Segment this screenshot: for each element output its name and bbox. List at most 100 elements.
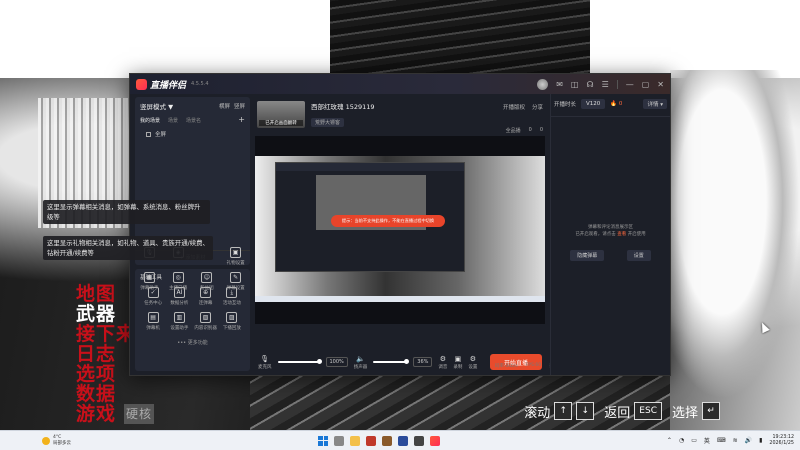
add-scene-icon[interactable]: +: [238, 116, 245, 124]
tab-scene-name[interactable]: 场景名: [186, 117, 201, 124]
mic-icon: 🎙: [260, 354, 270, 363]
tool-voice[interactable]: ◎ 主播口播: [164, 272, 193, 291]
volume-icon[interactable]: 🔊: [745, 437, 752, 444]
hide-danmaku-button[interactable]: 隐藏弹幕: [570, 250, 605, 261]
room-stats: 全品播 0 0: [506, 127, 543, 134]
empty-message: 弹幕和评论消息展示区 已开启观看，请点击 查看 开启使用: [575, 225, 646, 237]
wifi-icon[interactable]: ≋: [733, 437, 738, 444]
scene-item-fullscreen[interactable]: 全屏: [140, 130, 245, 138]
minimize-icon[interactable]: —: [626, 80, 634, 89]
status-bitrate: 码率:0kb/s: [494, 364, 518, 369]
backdrop-ink-stroke: [670, 70, 800, 400]
headset-icon[interactable]: ☊: [586, 80, 593, 89]
game-app-icon[interactable]: [366, 435, 376, 446]
message-icon[interactable]: ✉: [556, 80, 563, 89]
tray-app-icon[interactable]: ◔: [679, 437, 684, 444]
steam-icon[interactable]: [414, 435, 424, 446]
edit-icon: ✎: [230, 272, 242, 283]
menu-icon[interactable]: ☰: [602, 80, 609, 89]
level-badge[interactable]: V120: [581, 99, 606, 109]
search-icon[interactable]: [334, 435, 344, 446]
start-icon[interactable]: [318, 435, 328, 446]
tool-fans[interactable]: ☺ 粉丝团: [193, 272, 222, 291]
file-explorer-icon[interactable]: [350, 435, 360, 446]
avatar[interactable]: [537, 78, 549, 90]
room-category[interactable]: 荒野大镖客: [311, 118, 345, 127]
fullscreen-icon: [146, 131, 151, 137]
tool-danmaku-assistant[interactable]: ▦ 弹幕助手: [135, 272, 164, 291]
tool-danmaku-machine[interactable]: ▤ 弹幕机: [140, 312, 166, 331]
gift-box-icon[interactable]: ◫: [571, 80, 579, 89]
stat-likes: 0: [539, 127, 543, 133]
live-companion-icon[interactable]: [430, 435, 440, 446]
game-hints: 滚动 ↑ ↓ 返回 ESC 选择 ↵: [524, 400, 720, 422]
character-app-icon[interactable]: [382, 435, 392, 446]
weather-desc: 局部多云: [53, 440, 71, 446]
notification-icon[interactable]: ▭: [691, 437, 697, 444]
tool-danmaku-settings[interactable]: ✎ 弹幕设置: [221, 272, 250, 291]
popularity-counter: 🔥 0: [610, 101, 623, 107]
right-tabs: 开播时长 V120 🔥 0 详情 ▾: [551, 94, 670, 114]
weather-icon: [42, 436, 50, 445]
scan-icon: ▧: [200, 312, 212, 323]
tool-gift-settings[interactable]: ▣ 礼物设置: [221, 247, 250, 266]
close-icon[interactable]: ✕: [657, 80, 664, 89]
maximize-icon[interactable]: ▢: [642, 80, 650, 89]
tool-content-recognizer[interactable]: ▧ 内容识别器: [193, 312, 219, 331]
system-tray: ⌃ ◔ ▭ 英 ⌨ ≋ 🔊 ▮ 19:23:12 2026/1/25: [667, 435, 794, 447]
tab-live-duration[interactable]: 开播时长: [554, 100, 576, 108]
clock[interactable]: 19:23:12 2026/1/25: [769, 435, 794, 447]
game-menu-row-data[interactable]: 数据: [76, 384, 176, 404]
danmaku-settings-button[interactable]: 设置: [626, 250, 651, 261]
gear-icon: ⚙: [469, 354, 477, 363]
back-hint[interactable]: 返回 ESC: [604, 402, 662, 421]
mixer-icon: ⚙: [439, 354, 447, 363]
view-link[interactable]: 查看: [617, 232, 626, 237]
tool-settings-assistant[interactable]: ▥ 设置助手: [166, 312, 192, 331]
broadcast-rights-link[interactable]: 开播版权: [503, 103, 525, 111]
voice-icon: ◎: [172, 272, 184, 283]
details-dropdown[interactable]: 详情 ▾: [643, 99, 667, 109]
tool-replay[interactable]: ▨ 下播回放: [219, 312, 245, 331]
stat-viewers: 0: [528, 127, 532, 133]
enter-icon: ↵: [702, 402, 720, 420]
store-app-icon[interactable]: [398, 435, 408, 446]
portrait-button[interactable]: 竖屏: [234, 102, 245, 110]
center-panel: 已开启画面翻转 西部红玫瑰 1529119 荒野大镖客 开播版权 分享 全品播 …: [255, 94, 545, 375]
app-version: 4.5.5.4: [191, 81, 209, 87]
preview-frame: 提示：当前不支持此操作，不能在直播过程中切换: [255, 156, 545, 302]
share-button[interactable]: 分享: [532, 103, 543, 111]
logo-icon: [136, 78, 147, 90]
speaker-icon: 🔈: [356, 354, 365, 363]
game-menu-row-game[interactable]: 游戏 硬核: [76, 404, 176, 424]
battery-icon[interactable]: ▮: [759, 437, 762, 444]
room-title[interactable]: 西部红玫瑰 1529119: [311, 101, 375, 111]
weather-widget[interactable]: 4°C 局部多云: [42, 435, 71, 446]
tooltip-gifts: 这里显示礼物相关消息，如礼物、道具、贵族开通/续费、钻粉开通/续费等: [43, 236, 213, 260]
hardcore-badge: 硬核: [124, 404, 155, 424]
backdrop-wood: [330, 0, 590, 78]
tooltip-danmaku: 这里显示弹幕相关消息，如弹幕、系统消息、粉丝牌升级等: [43, 200, 210, 224]
stream-preview[interactable]: 提示：当前不支持此操作，不能在直播过程中切换: [255, 136, 545, 324]
landscape-button[interactable]: 横屏: [219, 102, 230, 110]
title-bar-controls: ✉ ◫ ☊ ☰ — ▢ ✕: [537, 78, 664, 90]
tab-scenes[interactable]: 场景: [168, 117, 178, 124]
divider: [616, 79, 618, 89]
scene-tabs: 我的场景 场景 场景名 +: [140, 116, 245, 125]
language-indicator[interactable]: 英: [704, 436, 710, 445]
input-method-icon[interactable]: ⌨: [717, 437, 726, 444]
danmaku-icon: ▦: [143, 272, 155, 283]
more-functions-button[interactable]: ••• 更多功能: [140, 339, 245, 346]
select-hint[interactable]: 选择 ↵: [672, 402, 720, 421]
chevron-up-icon[interactable]: ⌃: [667, 437, 672, 444]
fans-icon: ☺: [201, 272, 213, 283]
arrow-down-icon: ↓: [576, 402, 595, 420]
chart-icon: ▥: [173, 312, 185, 323]
room-cover[interactable]: 已开启画面翻转: [257, 100, 305, 128]
screen-icon: ▤: [147, 312, 159, 323]
scene-mode-select[interactable]: 竖屏模式 ▼: [140, 101, 173, 111]
scroll-hint: 滚动 ↑ ↓: [524, 402, 595, 421]
app-logo: 直播伴侣 4.5.5.4: [136, 78, 209, 91]
title-bar: 直播伴侣 4.5.5.4 ✉ ◫ ☊ ☰ — ▢ ✕: [130, 74, 670, 94]
tab-my-scenes[interactable]: 我的场景: [140, 117, 160, 124]
